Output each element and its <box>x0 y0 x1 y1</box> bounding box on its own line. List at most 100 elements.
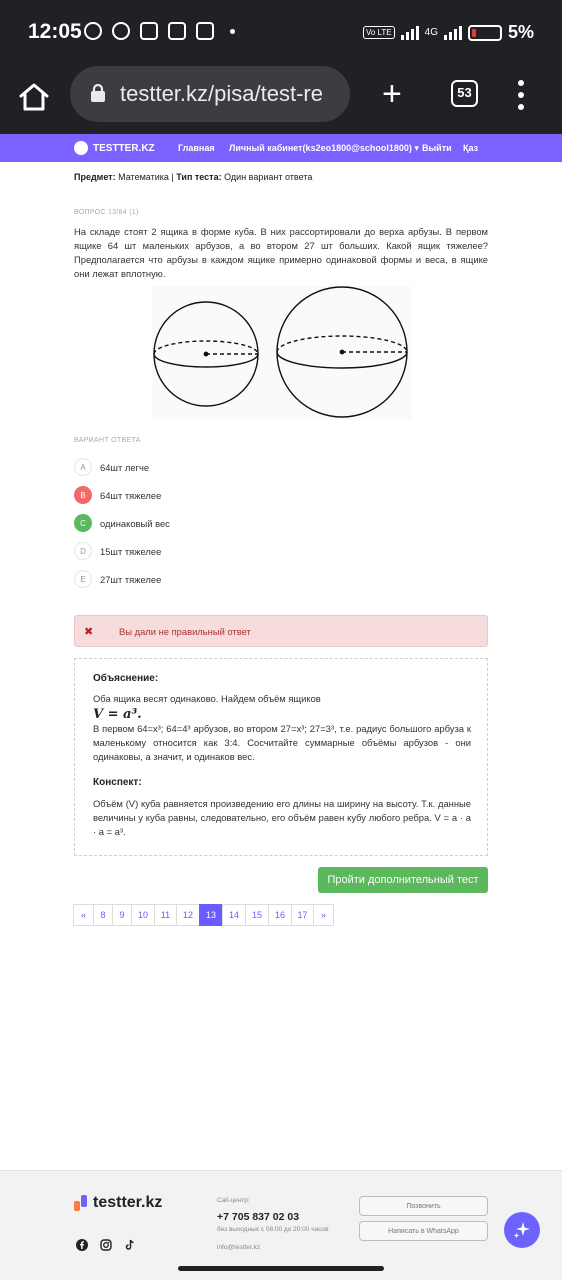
page-link[interactable]: 14 <box>222 904 246 926</box>
volte-icon: Vo LTE <box>362 26 395 39</box>
battery-percent: 5% <box>507 22 534 42</box>
answer-text: 64шт легче <box>100 461 150 473</box>
address-bar[interactable]: testter.kz/pisa/test-re <box>70 66 350 122</box>
summary-title: Конспект: <box>93 777 142 788</box>
page-next[interactable]: » <box>313 904 334 926</box>
browser-toolbar: testter.kz/pisa/test-re + 53 <box>0 66 562 134</box>
nav-cabinet[interactable]: Личный кабинет(ks2eo1800@school1800) ▾ <box>229 143 419 154</box>
answer-letter: B <box>74 486 92 504</box>
lock-icon <box>91 84 105 102</box>
more-test-button[interactable]: Пройти дополнительный тест <box>318 867 488 893</box>
email-link[interactable]: info@testter.kz <box>217 1244 260 1251</box>
more-notifications-icon <box>230 28 235 34</box>
signal-icon-2 <box>443 25 462 40</box>
answer-text: 64шт тяжелее <box>100 489 162 501</box>
mute-icon <box>84 22 102 40</box>
explanation-line1: Оба ящика весят одинаково. Найдем объём … <box>93 693 321 704</box>
phone-number[interactable]: +7 705 837 02 03 <box>217 1211 299 1223</box>
page-link[interactable]: 11 <box>154 904 177 926</box>
type-value: Один вариант ответа <box>224 172 313 182</box>
battery-icon <box>467 24 502 41</box>
clipboard-icon <box>140 22 158 40</box>
answer-text: 27шт тяжелее <box>100 573 162 585</box>
answer-option-b[interactable]: B 64шт тяжелее <box>74 484 161 506</box>
nav-logout[interactable]: Выйти <box>422 143 452 153</box>
answer-option-e[interactable]: E 27шт тяжелее <box>74 568 161 590</box>
subject-label: Предмет: <box>74 172 116 182</box>
page-link[interactable]: 12 <box>176 904 200 926</box>
system-icons: Vo LTE 4G 5% <box>362 22 534 43</box>
answer-letter: D <box>74 542 92 560</box>
explanation-line2: В первом 64=x³; 64=4³ арбузов, во втором… <box>93 723 471 762</box>
explanation-title: Объяснение: <box>93 673 159 684</box>
status-time: 12:05 <box>28 20 82 43</box>
spheres-figure <box>152 286 412 420</box>
answers-label: ВАРИАНТ ОТВЕТА <box>74 437 141 444</box>
footer-logo-text: testter.kz <box>93 1194 163 1211</box>
page-link[interactable]: 15 <box>245 904 269 926</box>
page-link[interactable]: 16 <box>268 904 292 926</box>
page-link-active[interactable]: 13 <box>199 904 223 926</box>
page-link[interactable]: 9 <box>112 904 132 926</box>
answer-option-c[interactable]: C одинаковый вес <box>74 512 170 534</box>
answer-text: одинаковый вес <box>100 517 170 529</box>
social-links <box>76 1239 136 1251</box>
page-link[interactable]: 8 <box>93 904 113 926</box>
page-link[interactable]: 10 <box>131 904 155 926</box>
question-text: На складе стоят 2 ящика в форме куба. В … <box>74 226 488 279</box>
small-sphere-center <box>203 351 209 357</box>
site-logo[interactable]: TESTTER.KZ <box>74 141 155 155</box>
tab-switcher-button[interactable]: 53 <box>451 80 478 107</box>
page-link[interactable]: 17 <box>291 904 314 926</box>
answer-text: 15шт тяжелее <box>100 545 162 557</box>
site-navbar: TESTTER.KZ Главная Личный кабинет(ks2eo1… <box>0 134 562 162</box>
call-button[interactable]: Позвонить <box>359 1196 488 1216</box>
test-meta: Предмет: Математика | Тип теста: Один ва… <box>74 172 312 182</box>
sparkle-icon <box>513 1222 530 1239</box>
assistant-sparkle-button[interactable] <box>504 1212 540 1248</box>
nav-language[interactable]: Қаз <box>463 143 478 153</box>
subject-value: Математика <box>118 172 169 182</box>
nav-home[interactable]: Главная <box>178 143 215 153</box>
notification-icons <box>84 22 235 40</box>
answer-option-a[interactable]: A 64шт легче <box>74 456 149 478</box>
menu-icon[interactable] <box>516 80 526 110</box>
instagram-icon[interactable] <box>100 1239 112 1251</box>
home-indicator[interactable] <box>178 1266 384 1271</box>
page-prev[interactable]: « <box>73 904 94 926</box>
question-number: ВОПРОС 13/84 (1) <box>74 209 139 216</box>
status-bar: 12:05 Vo LTE 4G 5% <box>0 0 562 66</box>
new-tab-icon[interactable]: + <box>382 77 402 111</box>
gallery-icon <box>168 22 186 40</box>
footer-logo[interactable]: testter.kz <box>74 1194 162 1212</box>
logo-icon <box>74 1195 87 1211</box>
answer-option-d[interactable]: D 15шт тяжелее <box>74 540 161 562</box>
logo-icon <box>74 141 88 155</box>
tiktok-icon[interactable] <box>124 1239 136 1251</box>
explanation-box: Объяснение: Оба ящика весят одинаково. Н… <box>74 658 488 856</box>
answer-letter: A <box>74 458 92 476</box>
site-footer: testter.kz Call-центр: +7 705 837 02 03 … <box>0 1170 562 1280</box>
whatsapp-button[interactable]: Написать в WhatsApp <box>359 1221 488 1241</box>
explanation-formula: V = a³. <box>93 707 142 722</box>
close-icon: ✖ <box>84 625 94 638</box>
answer-letter: C <box>74 514 92 532</box>
result-alert: ✖ Вы дали не правильный ответ <box>74 615 488 647</box>
alarm-icon <box>112 22 130 40</box>
site-logo-text: TESTTER.KZ <box>93 142 155 154</box>
url-text: testter.kz/pisa/test-re <box>120 81 323 106</box>
youtube-icon <box>196 22 214 40</box>
summary-text: Объём (V) куба равняется произведению ег… <box>93 798 471 837</box>
large-sphere-center <box>339 349 345 355</box>
facebook-icon[interactable] <box>76 1239 88 1251</box>
home-icon[interactable] <box>18 81 50 113</box>
signal-icon <box>400 25 419 40</box>
working-hours: без выходных с 08:00 до 20:00 часов <box>217 1226 329 1233</box>
result-text: Вы дали не правильный ответ <box>119 625 251 637</box>
answer-letter: E <box>74 570 92 588</box>
type-label: Тип теста: <box>176 172 222 182</box>
meta-separator: | <box>171 172 174 182</box>
network-type: 4G <box>424 27 438 38</box>
call-center-label: Call-центр: <box>217 1197 250 1204</box>
pagination: « 8 9 10 11 12 13 14 15 16 17 » <box>73 904 334 926</box>
